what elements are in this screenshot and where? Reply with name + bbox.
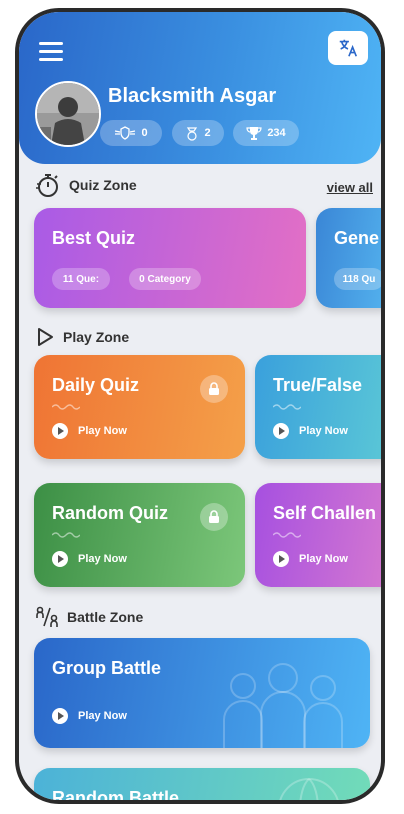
true-false-card[interactable]: True/False Play Now — [255, 355, 381, 459]
battle-icon — [36, 606, 58, 627]
trophy-stat: 234 — [233, 120, 299, 146]
play-now-button[interactable]: Play Now — [273, 551, 348, 567]
play-icon — [52, 551, 68, 567]
battle-zone-title: Battle Zone — [67, 609, 144, 625]
squiggle-decoration — [273, 404, 301, 410]
play-now-button[interactable]: Play Now — [52, 551, 127, 567]
coins-count: 2 — [204, 127, 211, 139]
quiz-zone-header: Quiz Zone — [35, 172, 137, 198]
lock-icon — [200, 503, 228, 531]
play-icon — [273, 551, 289, 567]
avatar[interactable] — [35, 81, 101, 147]
coins-icon — [187, 127, 198, 141]
translate-icon[interactable] — [328, 31, 368, 65]
play-now-label: Play Now — [299, 425, 348, 437]
badge-stat: 0 — [100, 120, 162, 146]
card-title: Gene — [334, 228, 380, 248]
play-outline-icon — [38, 328, 53, 346]
card-title: True/False — [273, 375, 363, 395]
play-now-button[interactable]: Play Now — [52, 423, 127, 439]
play-now-label: Play Now — [78, 425, 127, 437]
card-title: Self Challen — [273, 503, 377, 523]
play-zone-title: Play Zone — [63, 329, 130, 345]
trophy-count: 234 — [267, 127, 286, 139]
squiggle-decoration — [52, 532, 80, 538]
badge-count: 0 — [141, 127, 148, 139]
play-now-button[interactable]: Play Now — [273, 423, 348, 439]
profile-header: Blacksmith Asgar 0 2 234 — [19, 12, 381, 164]
trophy-icon — [246, 127, 262, 140]
card-title: Group Battle — [52, 658, 162, 678]
squiggle-decoration — [273, 532, 301, 538]
random-quiz-card[interactable]: Random Quiz Play Now — [34, 483, 245, 587]
view-all-link[interactable]: view all — [327, 180, 373, 195]
play-now-button[interactable]: Play Now — [52, 708, 127, 724]
questions-pill: 118 Qu — [334, 268, 381, 290]
phone-frame: Blacksmith Asgar 0 2 234 Quiz Zone view … — [15, 8, 385, 804]
lock-icon — [200, 375, 228, 403]
quiz-zone-title: Quiz Zone — [69, 177, 137, 193]
self-challenge-card[interactable]: Self Challen Play Now — [255, 483, 381, 587]
questions-pill: 11 Que: — [52, 268, 110, 290]
menu-icon[interactable] — [39, 42, 63, 61]
play-now-label: Play Now — [78, 553, 127, 565]
squiggle-decoration — [52, 404, 80, 410]
play-icon — [273, 423, 289, 439]
play-icon — [52, 708, 68, 724]
general-quiz-card[interactable]: Gene 118 Qu — [316, 208, 381, 308]
card-title: Random Battle — [52, 788, 180, 804]
play-zone-header: Play Zone — [35, 327, 129, 347]
best-quiz-card[interactable]: Best Quiz 11 Que: 0 Category — [34, 208, 306, 308]
card-title: Random Quiz — [52, 503, 168, 523]
card-title: Best Quiz — [52, 228, 136, 248]
daily-quiz-card[interactable]: Daily Quiz Play Now — [34, 355, 245, 459]
play-now-label: Play Now — [78, 710, 127, 722]
group-people-icon — [223, 663, 343, 748]
stopwatch-icon — [36, 174, 58, 197]
battle-zone-header: Battle Zone — [35, 606, 143, 628]
group-battle-card[interactable]: Group Battle Play Now — [34, 638, 370, 748]
category-pill: 0 Category — [129, 268, 201, 290]
card-title: Daily Quiz — [52, 375, 140, 395]
globe-icon — [279, 778, 339, 800]
coins-stat: 2 — [172, 120, 224, 146]
random-battle-card[interactable]: Random Battle — [34, 768, 370, 804]
badge-icon — [115, 126, 136, 140]
username: Blacksmith Asgar — [108, 85, 277, 107]
play-now-label: Play Now — [299, 553, 348, 565]
play-icon — [52, 423, 68, 439]
